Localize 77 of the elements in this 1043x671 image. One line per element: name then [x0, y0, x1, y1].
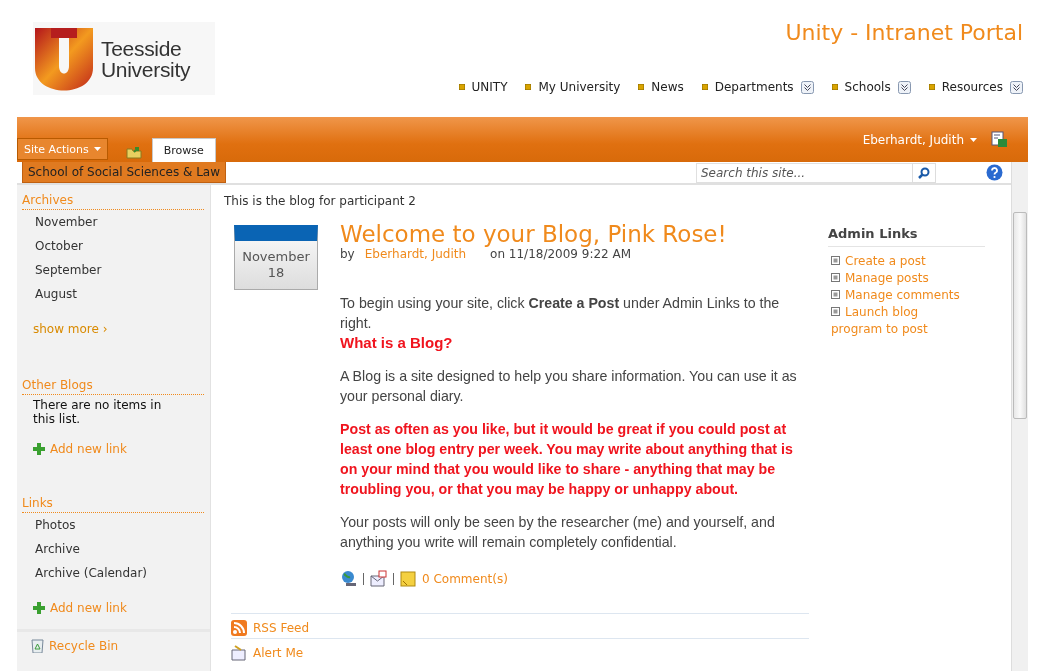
bullet-icon	[831, 307, 840, 316]
section-heading[interactable]: Other Blogs	[22, 378, 204, 395]
date-badge: November 18	[234, 225, 318, 290]
sidebar-link[interactable]: October	[22, 234, 204, 258]
tab[interactable]: Browse	[151, 138, 216, 162]
bullet-icon	[525, 84, 532, 90]
search-icon	[918, 166, 930, 179]
chevron-icon[interactable]	[897, 80, 911, 94]
site-title: Unity - Intranet Portal	[785, 20, 1023, 45]
feed-link[interactable]: Alert Me	[253, 646, 304, 660]
bullet-icon	[701, 84, 708, 90]
folder-up-icon[interactable]	[125, 145, 142, 159]
logo[interactable]: Teesside University	[33, 22, 215, 95]
sidebar-link[interactable]: November	[22, 210, 204, 234]
plus-icon	[33, 602, 45, 614]
caret-icon	[970, 137, 977, 142]
search-button[interactable]	[912, 162, 936, 183]
post-date: on 11/18/2009 9:22 AM	[490, 247, 632, 261]
sidebar-link[interactable]: Photos	[22, 513, 204, 537]
bullet-icon	[458, 84, 465, 90]
post-paragraph: To begin using your site, click Create a Post under Admin Links to the right.	[340, 294, 781, 333]
bullet-icon	[831, 256, 840, 265]
nav-link[interactable]: Schools	[844, 80, 891, 94]
scrollbar[interactable]	[1011, 162, 1028, 671]
section-heading[interactable]: Links	[22, 496, 204, 513]
help-icon[interactable]	[986, 164, 1003, 181]
caret-icon	[93, 147, 101, 151]
intro-text: This is the blog for participant 2	[224, 194, 417, 208]
email-icon[interactable]	[370, 570, 387, 587]
show-more-link[interactable]: show more ›	[22, 306, 204, 336]
bullet-icon	[831, 290, 840, 299]
nav-link[interactable]: News	[651, 80, 684, 94]
nav-link[interactable]: Resources	[941, 80, 1003, 94]
admin-link[interactable]: Create a post	[828, 253, 963, 270]
section-heading[interactable]: Archives	[22, 193, 204, 210]
admin-link[interactable]: Launch blog program to post	[828, 304, 963, 338]
empty-message: There are no items in this list.	[32, 397, 163, 426]
admin-link[interactable]: Manage comments	[828, 287, 963, 304]
nav-link[interactable]: My University	[538, 80, 621, 94]
nav-link[interactable]: Departments	[714, 80, 794, 94]
sidebar-link[interactable]: Archive (Calendar)	[22, 561, 204, 585]
post-paragraph: Your posts will only be seen by the researcher (me) and yourself, and anything you write will remain completely confidential.	[340, 513, 776, 552]
search-field[interactable]: Search this site...	[696, 162, 912, 183]
bullet-icon	[638, 84, 645, 90]
user-menu[interactable]: Eberhardt, Judith	[862, 132, 977, 147]
admin-links-heading: Admin Links	[828, 225, 985, 247]
breadcrumb-link[interactable]: School of Social Sciences & Law	[22, 160, 227, 183]
sidebar-link[interactable]: August	[22, 282, 204, 306]
bullet-icon	[831, 84, 838, 90]
rss-icon	[231, 620, 247, 636]
site-actions-button[interactable]: Site Actions	[17, 138, 108, 160]
sidebar-link[interactable]: September	[22, 258, 204, 282]
logo-text: Teesside University	[101, 37, 191, 80]
recycle-bin-icon	[31, 638, 44, 653]
separator	[393, 572, 394, 585]
sidebar-link[interactable]: Archive	[22, 537, 204, 561]
recycle-bin-link[interactable]: Recycle Bin	[49, 638, 119, 653]
admin-link[interactable]: Manage posts	[828, 270, 963, 287]
separator	[363, 572, 364, 585]
byline-label: by	[340, 247, 355, 261]
globe-link-icon[interactable]	[340, 570, 357, 587]
feed-link[interactable]: RSS Feed	[253, 621, 309, 635]
add-link[interactable]: Add new link	[50, 601, 127, 615]
post-title[interactable]: Welcome to your Blog, Pink Rose!	[340, 221, 806, 247]
chevron-icon[interactable]	[1010, 80, 1023, 94]
post-paragraph: A Blog is a site designed to help you share information. You can use it as your personal diary.	[340, 367, 798, 406]
document-icon[interactable]	[991, 131, 1008, 148]
post-paragraph: Post as often as you like, but it would be great if you could post at least one blog entry per week. You may write about anything that is on your mind that you would like to share - anything that may be troubling you, or that you may be happy or unhappy about.	[340, 420, 794, 499]
chevron-icon[interactable]	[800, 80, 814, 94]
post-subheading: What is a Blog?	[340, 333, 454, 353]
nav-link[interactable]: UNITY	[471, 80, 508, 94]
author-link[interactable]: Eberhardt, Judith	[364, 247, 467, 261]
bullet-icon	[928, 84, 935, 90]
plus-icon	[33, 443, 45, 455]
add-link[interactable]: Add new link	[50, 442, 127, 456]
bullet-icon	[831, 273, 840, 282]
comments-link[interactable]: 0 Comment(s)	[422, 571, 508, 586]
